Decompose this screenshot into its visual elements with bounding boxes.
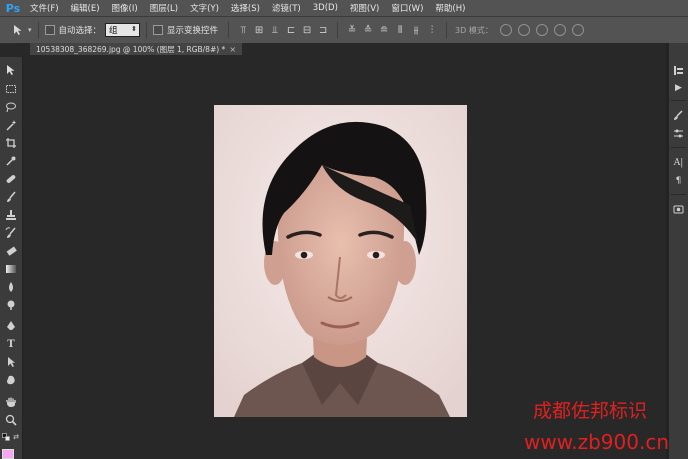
actions-panel-icon[interactable]: ▶	[672, 81, 685, 94]
history-panel-icon[interactable]	[672, 64, 685, 77]
distribute-left-icon[interactable]: ⫴	[394, 24, 406, 36]
lasso-tool-icon[interactable]	[4, 100, 18, 114]
brush-tool-icon[interactable]	[4, 190, 18, 204]
history-brush-icon[interactable]	[4, 226, 18, 240]
menu-window[interactable]: 窗口(W)	[385, 2, 429, 14]
menu-bar: Ps 文件(F) 编辑(E) 图像(I) 图层(L) 文字(Y) 选择(S) 滤…	[0, 0, 688, 16]
dropdown-arrow-icon: ⬍	[131, 25, 138, 33]
auto-select-dropdown[interactable]: 组 ⬍	[105, 23, 141, 37]
auto-select-value: 组	[109, 26, 118, 36]
zoom-tool-icon[interactable]	[4, 413, 18, 427]
brush-panel-icon[interactable]	[672, 109, 685, 122]
character-panel-icon[interactable]: A|	[672, 156, 685, 169]
shape-tool-icon[interactable]	[4, 373, 18, 387]
distribute-hcenter-icon[interactable]: ⫵	[410, 24, 422, 36]
menu-edit[interactable]: 编辑(E)	[65, 2, 106, 14]
menu-file[interactable]: 文件(F)	[24, 2, 65, 14]
align-left-icon[interactable]: ⊏	[285, 24, 297, 36]
collapsed-panels-dock: ▶ A| ¶	[669, 43, 688, 459]
move-tool-icon[interactable]	[4, 63, 18, 77]
tool-presets-icon[interactable]	[672, 203, 685, 216]
hand-tool-icon[interactable]	[4, 395, 18, 409]
mode-3d-label: 3D 模式：	[455, 25, 493, 35]
align-bottom-icon[interactable]: ⫫	[269, 24, 281, 36]
auto-select-label: 自动选择：	[58, 26, 102, 36]
eraser-icon[interactable]	[4, 244, 18, 258]
document-canvas[interactable]	[214, 105, 467, 417]
default-colors-icon[interactable]	[2, 433, 10, 441]
portrait-photo	[214, 105, 467, 417]
distribute-bottom-icon[interactable]: ≘	[378, 24, 390, 36]
path-selection-icon[interactable]	[4, 355, 18, 369]
blur-tool-icon[interactable]	[4, 280, 18, 294]
menu-layer[interactable]: 图层(L)	[144, 2, 184, 14]
distribute-top-icon[interactable]: ≚	[346, 24, 358, 36]
document-tab-title: 10538308_368269.jpg @ 100% (图层 1, RGB/8#…	[36, 44, 226, 54]
menu-type[interactable]: 文字(Y)	[184, 2, 225, 14]
watermark-website: www.zb900.cn	[524, 430, 669, 454]
roll-3d-icon[interactable]	[517, 24, 530, 36]
menu-3d[interactable]: 3D(D)	[307, 3, 344, 13]
align-top-icon[interactable]: ⫪	[237, 24, 249, 36]
clone-stamp-icon[interactable]	[4, 208, 18, 222]
close-icon[interactable]: ×	[229, 45, 236, 54]
swap-colors-icon[interactable]: ⇄	[12, 433, 20, 441]
foreground-color-swatch[interactable]	[2, 449, 14, 459]
tools-panel: T ⇄	[0, 57, 23, 459]
photoshop-logo: Ps	[5, 1, 21, 15]
brush-presets-icon[interactable]	[672, 127, 685, 140]
gradient-tool-icon[interactable]	[4, 262, 18, 276]
magic-wand-icon[interactable]	[4, 118, 18, 132]
move-tool-preset-icon[interactable]	[12, 24, 24, 36]
type-tool-icon[interactable]: T	[4, 337, 18, 351]
menu-image[interactable]: 图像(I)	[106, 2, 144, 14]
paragraph-panel-icon[interactable]: ¶	[672, 174, 685, 187]
document-tab[interactable]: 10538308_368269.jpg @ 100% (图层 1, RGB/8#…	[30, 43, 243, 55]
align-vcenter-icon[interactable]: ⊞	[253, 24, 265, 36]
watermark-company-name: 成都佐邦标识	[533, 400, 648, 422]
marquee-tool-icon[interactable]	[4, 82, 18, 96]
menu-view[interactable]: 视图(V)	[344, 2, 385, 14]
crop-tool-icon[interactable]	[4, 136, 18, 150]
distribute-right-icon[interactable]: ⫶	[426, 24, 438, 36]
menu-help[interactable]: 帮助(H)	[429, 2, 471, 14]
options-bar: ▾ 自动选择： 组 ⬍ 显示变换控件 ⫪ ⊞ ⫫ ⊏ ⊟ ⊐ ≚ ≙ ≘ ⫴ ⫵…	[0, 16, 688, 44]
healing-brush-icon[interactable]	[4, 172, 18, 186]
show-transform-checkbox[interactable]	[153, 25, 164, 35]
pen-tool-icon[interactable]	[4, 319, 18, 333]
menu-select[interactable]: 选择(S)	[225, 2, 266, 14]
align-right-icon[interactable]: ⊐	[317, 24, 329, 36]
document-tab-bar: 10538308_368269.jpg @ 100% (图层 1, RGB/8#…	[22, 43, 666, 55]
scale-3d-icon[interactable]	[571, 24, 584, 36]
chevron-down-icon[interactable]: ▾	[28, 26, 32, 34]
eyedropper-icon[interactable]	[4, 154, 18, 168]
menu-filter[interactable]: 滤镜(T)	[266, 2, 307, 14]
rotate-3d-icon[interactable]	[499, 24, 512, 36]
slide-3d-icon[interactable]	[553, 24, 566, 36]
drag-3d-icon[interactable]	[535, 24, 548, 36]
align-hcenter-icon[interactable]: ⊟	[301, 24, 313, 36]
dodge-tool-icon[interactable]	[4, 298, 18, 312]
distribute-vcenter-icon[interactable]: ≙	[362, 24, 374, 36]
auto-select-checkbox[interactable]	[44, 25, 55, 35]
show-transform-label: 显示变换控件	[167, 26, 219, 36]
